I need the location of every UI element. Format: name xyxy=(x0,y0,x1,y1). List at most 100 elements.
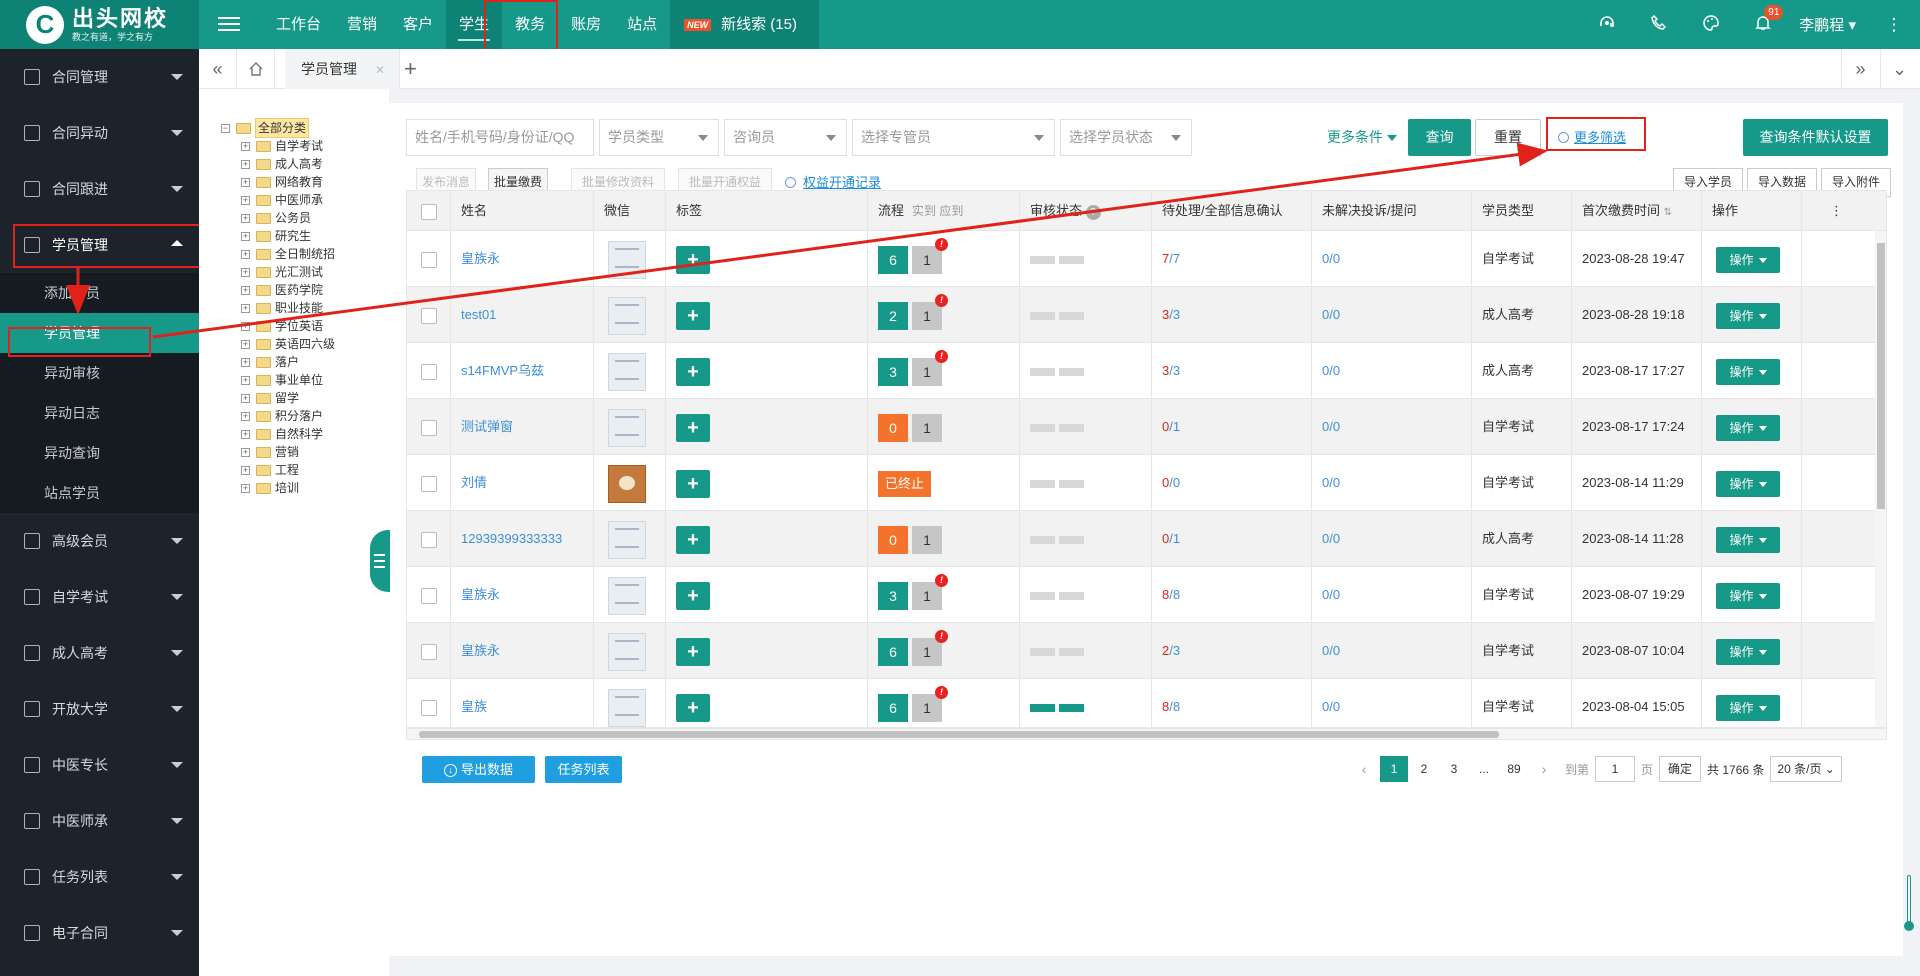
expand-icon[interactable]: + xyxy=(241,213,250,223)
wechat-placeholder-image[interactable] xyxy=(608,240,646,279)
complaints-count[interactable]: 0/0 xyxy=(1312,455,1472,511)
flow-expected[interactable]: 1! xyxy=(912,573,948,610)
goto-page-input[interactable]: 1 xyxy=(1595,756,1636,782)
add-tag-button[interactable]: + xyxy=(676,637,710,666)
expand-icon[interactable]: + xyxy=(241,321,250,331)
operation-dropdown-button[interactable]: 操作 xyxy=(1716,246,1780,273)
nav-item-leads[interactable]: NEW 新线索 (15) xyxy=(670,0,819,49)
pending-count[interactable]: 7/7 xyxy=(1152,231,1312,287)
prev-page-icon[interactable]: ‹ xyxy=(1350,756,1378,782)
expand-icon[interactable]: + xyxy=(241,339,250,349)
complaints-count[interactable]: 0/0 xyxy=(1312,679,1472,727)
pending-count[interactable]: 0/1 xyxy=(1152,511,1312,567)
row-checkbox[interactable] xyxy=(421,531,437,548)
default-settings-button[interactable]: 查询条件默认设置 xyxy=(1743,119,1888,156)
tree-node[interactable]: + 职业技能 xyxy=(221,299,389,317)
pending-count[interactable]: 0/0 xyxy=(1152,455,1312,511)
expand-icon[interactable]: + xyxy=(241,357,250,367)
add-tag-button[interactable]: + xyxy=(676,413,710,442)
nav-item-1[interactable]: 营销 xyxy=(334,0,390,49)
tree-node[interactable]: + 自学考试 xyxy=(221,137,389,155)
wechat-placeholder-image[interactable] xyxy=(608,352,646,391)
student-name[interactable]: 刘倩 xyxy=(451,455,594,511)
page-number[interactable]: 3 xyxy=(1440,756,1468,782)
page-number[interactable]: 1 xyxy=(1380,756,1408,782)
tree-node[interactable]: + 培训 xyxy=(221,479,389,497)
home-icon[interactable] xyxy=(237,49,275,89)
expand-icon[interactable]: + xyxy=(241,465,250,475)
student-name[interactable]: 皇族永 xyxy=(451,567,594,623)
tree-node[interactable]: + 落户 xyxy=(221,353,389,371)
vertical-scrollbar[interactable] xyxy=(1875,231,1886,727)
flow-expected[interactable]: 1! xyxy=(912,349,948,386)
student-name[interactable]: 测试弹窗 xyxy=(451,399,594,455)
row-checkbox[interactable] xyxy=(421,643,437,660)
tree-node[interactable]: + 光汇测试 xyxy=(221,263,389,281)
expand-icon[interactable]: + xyxy=(241,285,250,295)
student-name[interactable]: 皇族 xyxy=(451,679,594,727)
add-tag-button[interactable]: + xyxy=(676,525,710,554)
tree-node[interactable]: + 工程 xyxy=(221,461,389,479)
tree-node[interactable]: + 营销 xyxy=(221,443,389,461)
flow-actual[interactable]: 6 xyxy=(878,245,908,274)
flow-actual[interactable]: 6 xyxy=(878,693,908,722)
help-icon[interactable] xyxy=(1596,14,1618,36)
add-tag-button[interactable]: + xyxy=(676,581,710,610)
row-checkbox[interactable] xyxy=(421,363,437,380)
expand-icon[interactable]: + xyxy=(241,429,250,439)
goto-confirm-button[interactable]: 确定 xyxy=(1659,756,1702,782)
nav-item-2[interactable]: 客户 xyxy=(390,0,446,49)
expand-icon[interactable]: + xyxy=(241,249,250,259)
operation-dropdown-button[interactable]: 操作 xyxy=(1716,526,1780,553)
tab-student-management[interactable]: 学员管理 ✕ xyxy=(285,49,401,89)
reset-button[interactable]: 重置 xyxy=(1475,119,1541,156)
sidebar-sub-item[interactable]: 异动审核 xyxy=(0,353,199,393)
wechat-placeholder-image[interactable] xyxy=(608,408,646,447)
flow-actual[interactable]: 2 xyxy=(878,301,908,330)
tree-node[interactable]: + 公务员 xyxy=(221,209,389,227)
sidebar-group[interactable]: 自学考试 xyxy=(0,569,199,625)
flow-expected[interactable]: 1 xyxy=(912,413,942,442)
wechat-placeholder-image[interactable] xyxy=(608,688,646,727)
student-name[interactable]: 12939399333333 xyxy=(451,511,594,567)
operation-dropdown-button[interactable]: 操作 xyxy=(1716,638,1780,665)
task-list-button[interactable]: 任务列表 xyxy=(545,756,622,783)
expand-icon[interactable]: + xyxy=(241,393,250,403)
nav-item-0[interactable]: 工作台 xyxy=(263,0,334,49)
tabs-menu-chevron-icon[interactable]: ⌄ xyxy=(1880,49,1918,89)
add-tag-button[interactable]: + xyxy=(676,693,710,722)
wechat-placeholder-image[interactable] xyxy=(608,576,646,615)
flow-actual[interactable]: 3 xyxy=(878,357,908,386)
complaints-count[interactable]: 0/0 xyxy=(1312,399,1472,455)
expand-icon[interactable]: + xyxy=(241,159,250,169)
complaints-count[interactable]: 0/0 xyxy=(1312,343,1472,399)
sidebar-group[interactable]: 高级会员 xyxy=(0,513,199,569)
flow-actual[interactable]: 6 xyxy=(878,637,908,666)
wechat-placeholder-image[interactable] xyxy=(608,296,646,335)
sidebar-group[interactable]: 成人高考 xyxy=(0,625,199,681)
expand-icon[interactable]: + xyxy=(241,411,250,421)
operation-dropdown-button[interactable]: 操作 xyxy=(1716,358,1780,385)
pending-count[interactable]: 8/8 xyxy=(1152,567,1312,623)
operation-dropdown-button[interactable]: 操作 xyxy=(1716,302,1780,329)
bell-icon[interactable]: 91 xyxy=(1752,4,1784,36)
flow-actual[interactable]: 0 xyxy=(878,413,908,442)
flow-expected[interactable]: 1 xyxy=(912,525,942,554)
student-name[interactable]: 皇族永 xyxy=(451,623,594,679)
tree-node[interactable]: + 中医师承 xyxy=(221,191,389,209)
expand-icon[interactable]: + xyxy=(241,195,250,205)
flow-actual[interactable]: 0 xyxy=(878,525,908,554)
row-checkbox[interactable] xyxy=(421,419,437,436)
pending-count[interactable]: 2/3 xyxy=(1152,623,1312,679)
tree-node[interactable]: + 积分落户 xyxy=(221,407,389,425)
complaints-count[interactable]: 0/0 xyxy=(1312,231,1472,287)
sort-icon[interactable]: ⇅ xyxy=(1664,207,1672,218)
close-icon[interactable]: ✕ xyxy=(375,63,385,77)
expand-icon[interactable]: + xyxy=(241,483,250,493)
query-button[interactable]: 查询 xyxy=(1408,119,1471,156)
pending-count[interactable]: 0/1 xyxy=(1152,399,1312,455)
tree-root[interactable]: − 全部分类 xyxy=(221,118,389,138)
tree-node[interactable]: + 全日制统招 xyxy=(221,245,389,263)
menu-toggle-icon[interactable] xyxy=(218,13,240,35)
student-name[interactable]: 皇族永 xyxy=(451,231,594,287)
